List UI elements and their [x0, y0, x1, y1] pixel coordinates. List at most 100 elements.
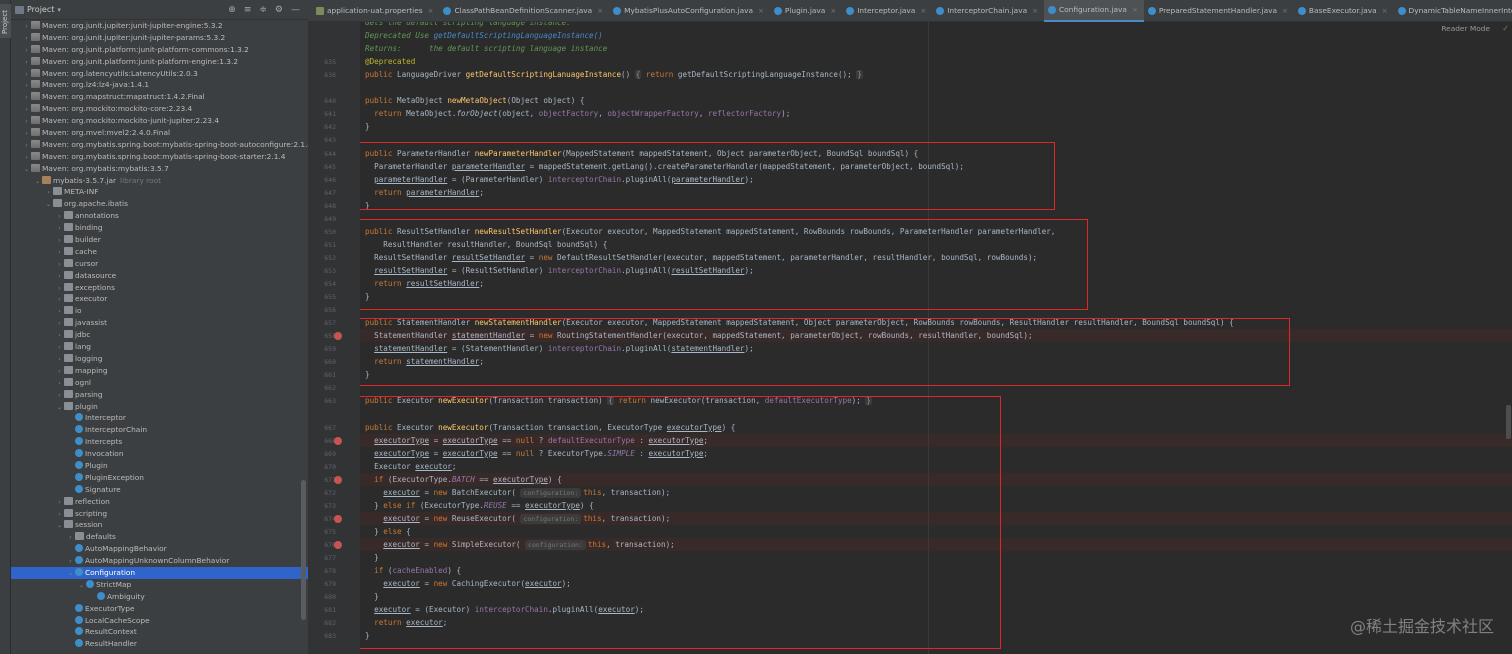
close-icon[interactable]: ×	[597, 7, 603, 15]
line-number[interactable]: 655	[308, 293, 336, 301]
editor-tab[interactable]: MybatisPlusAutoConfiguration.java ×	[609, 0, 770, 22]
tree-item[interactable]: › Maven: org.junit.platform:junit-platfor…	[11, 44, 308, 56]
line-number[interactable]: 682	[308, 619, 336, 627]
line-number[interactable]: 679	[308, 580, 336, 588]
code-line[interactable]: } else {	[365, 525, 411, 538]
line-number[interactable]: 644	[308, 150, 336, 158]
line-number[interactable]: 662	[308, 384, 336, 392]
line-number[interactable]: 658	[308, 332, 336, 340]
code-line[interactable]: return MetaObject.forObject(object, obje…	[365, 107, 790, 120]
code-line[interactable]: public LanguageDriver getDefaultScriptin…	[365, 68, 863, 81]
tree-item[interactable]: › executor	[11, 293, 308, 305]
tree-item[interactable]: ResultContext	[11, 626, 308, 638]
tree-item[interactable]: ExecutorType	[11, 603, 308, 615]
reader-mode-toggle[interactable]: Reader Mode	[1441, 24, 1490, 33]
code-line[interactable]: return statementHandler;	[365, 355, 484, 368]
tree-item[interactable]: › io	[11, 305, 308, 317]
line-number[interactable]: 645	[308, 163, 336, 171]
code-line[interactable]: if (ExecutorType.BATCH == executorType) …	[360, 472, 1512, 486]
close-icon[interactable]: ×	[428, 7, 434, 15]
line-number[interactable]: 656	[308, 306, 336, 314]
line-number[interactable]: 641	[308, 110, 336, 118]
code-line[interactable]: return parameterHandler;	[365, 186, 484, 199]
line-number[interactable]: 668	[308, 437, 336, 445]
code-line[interactable]: statementHandler = (StatementHandler) in…	[365, 342, 754, 355]
code-line[interactable]: resultSetHandler = (ResultSetHandler) in…	[365, 264, 754, 277]
code-line[interactable]: executor = new ReuseExecutor( configurat…	[360, 511, 1512, 525]
tree-item[interactable]: Ambiguity	[11, 591, 308, 603]
tree-item[interactable]: › builder	[11, 234, 308, 246]
line-number[interactable]: 669	[308, 450, 336, 458]
close-icon[interactable]: ×	[920, 7, 926, 15]
tree-item[interactable]: ResultHandler	[11, 638, 308, 650]
tree-item[interactable]: › logging	[11, 353, 308, 365]
tree-item[interactable]: AutoMappingBehavior	[11, 543, 308, 555]
close-icon[interactable]: ×	[1282, 7, 1288, 15]
editor-tab[interactable]: Interceptor.java ×	[842, 0, 932, 22]
line-number[interactable]: 654	[308, 280, 336, 288]
close-icon[interactable]: ×	[1132, 6, 1138, 14]
tree-item[interactable]: Plugin	[11, 460, 308, 472]
tree-item[interactable]: › scripting	[11, 508, 308, 520]
tree-item[interactable]: ⌄ StrictMap	[11, 579, 308, 591]
editor-scrollbar[interactable]	[1506, 405, 1511, 439]
project-panel-title[interactable]: Project	[27, 5, 54, 14]
tree-item[interactable]: › Maven: org.mybatis.spring.boot:mybatis-…	[11, 139, 308, 151]
code-line[interactable]: Returns: the default scripting language …	[365, 42, 607, 55]
code-line[interactable]: StatementHandler statementHandler = new …	[360, 329, 1512, 343]
tree-item[interactable]: › Maven: org.junit.jupiter:junit-jupiter-…	[11, 32, 308, 44]
code-line[interactable]: executorType = executorType == null ? Ex…	[365, 447, 708, 460]
code-line[interactable]: }	[365, 551, 379, 564]
line-number[interactable]: 652	[308, 254, 336, 262]
line-number[interactable]: 642	[308, 123, 336, 131]
folded-region[interactable]: }	[865, 396, 872, 406]
code-line[interactable]: executor = (Executor) interceptorChain.p…	[365, 603, 644, 616]
tree-item[interactable]: › datasource	[11, 270, 308, 282]
line-number[interactable]: 667	[308, 424, 336, 432]
code-line[interactable]: executor = new SimpleExecutor( configura…	[360, 538, 1512, 551]
tree-item[interactable]: InterceptorChain	[11, 424, 308, 436]
breakpoint-icon[interactable]	[334, 514, 342, 523]
chevron-down-icon[interactable]: ▾	[57, 6, 61, 14]
tree-item[interactable]: › Maven: org.mapstruct:mapstruct:1.4.2.Fi…	[11, 91, 308, 103]
tree-item[interactable]: › lang	[11, 341, 308, 353]
code-line[interactable]: Deprecated Use getDefaultScriptingLangua…	[365, 29, 603, 42]
tree-item[interactable]: › Maven: org.junit.platform:junit-platfor…	[11, 56, 308, 68]
editor-tab[interactable]: PreparedStatementHandler.java ×	[1144, 0, 1294, 22]
folded-region[interactable]: }	[856, 70, 863, 80]
line-number[interactable]: 683	[308, 632, 336, 640]
line-number[interactable]: 660	[308, 358, 336, 366]
tree-item[interactable]: Interceptor	[11, 412, 308, 424]
breakpoint-icon[interactable]	[334, 436, 342, 445]
code-line[interactable]: executor = new CachingExecutor(executor)…	[365, 577, 570, 590]
tree-item[interactable]: PluginException	[11, 472, 308, 484]
close-icon[interactable]: ×	[1032, 7, 1038, 15]
tree-item[interactable]: LocalCacheScope	[11, 615, 308, 627]
tree-item[interactable]: ⌄ mybatis-3.5.7.jar library root	[11, 175, 308, 187]
folded-region[interactable]: {	[634, 70, 642, 80]
code-line[interactable]: }	[365, 368, 370, 381]
tree-item[interactable]: › Maven: org.mockito:mockito-junit-jupite…	[11, 115, 308, 127]
tree-item[interactable]: › binding	[11, 222, 308, 234]
line-number[interactable]: 635	[308, 58, 336, 66]
code-line[interactable]: parameterHandler = (ParameterHandler) in…	[365, 173, 754, 186]
code-line[interactable]: public MetaObject newMetaObject(Object o…	[365, 94, 584, 107]
line-number[interactable]: 648	[308, 202, 336, 210]
tree-item[interactable]: ⌄ session	[11, 519, 308, 531]
code-line[interactable]: }	[365, 629, 370, 642]
line-number[interactable]: 677	[308, 554, 336, 562]
line-number[interactable]: 643	[308, 136, 336, 144]
editor-tab[interactable]: Plugin.java ×	[770, 0, 842, 22]
tree-item[interactable]: › AutoMappingUnknownColumnBehavior	[11, 555, 308, 567]
tree-item[interactable]: ⌄ org.apache.ibatis	[11, 198, 308, 210]
tree-item[interactable]: › Maven: org.mybatis.spring.boot:mybatis-…	[11, 151, 308, 163]
code-line[interactable]: ParameterHandler parameterHandler = mapp…	[365, 160, 964, 173]
line-number[interactable]: 661	[308, 371, 336, 379]
tree-item[interactable]: › mapping	[11, 365, 308, 377]
code-line[interactable]: }	[365, 199, 370, 212]
code-line[interactable]: } else if (ExecutorType.REUSE == executo…	[365, 499, 594, 512]
hide-icon[interactable]: —	[291, 5, 300, 15]
line-number[interactable]: 674	[308, 515, 336, 523]
code-line[interactable]: executor = new BatchExecutor( configurat…	[365, 486, 670, 499]
line-number[interactable]: 657	[308, 319, 336, 327]
